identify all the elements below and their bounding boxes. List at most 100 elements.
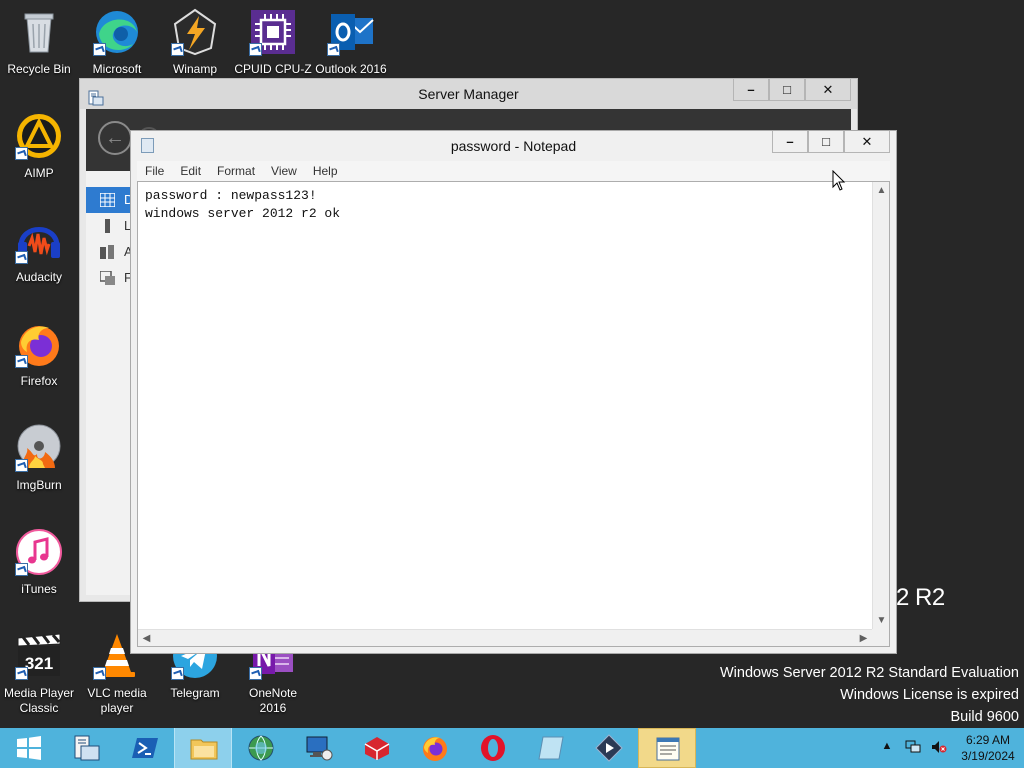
edge-icon — [93, 8, 141, 56]
svg-text:321: 321 — [25, 654, 53, 673]
maximize-button[interactable]: □ — [769, 79, 805, 101]
desktop-icon-winamp[interactable]: Winamp — [156, 8, 234, 77]
desktop-icon-label: VLC media player — [87, 686, 147, 715]
taskbar-clock[interactable]: 6:29 AM 3/19/2024 — [952, 732, 1024, 764]
server-manager-titlebar[interactable]: Server Manager – □ ✕ — [80, 79, 857, 109]
desktop-icon-label: Firefox — [20, 374, 58, 388]
nav-item-all-servers[interactable]: A — [86, 239, 133, 265]
opera-icon — [481, 735, 505, 761]
notepad-titlebar[interactable]: password - Notepad – □ ✕ — [131, 131, 896, 161]
taskbar-notepad[interactable] — [638, 728, 696, 768]
server-manager-icon — [74, 735, 100, 761]
shortcut-arrow-icon — [171, 43, 184, 56]
nav-item-file-services[interactable]: F — [86, 265, 132, 291]
menu-file[interactable]: File — [137, 161, 172, 181]
shortcut-arrow-icon — [15, 147, 28, 160]
notepad-window[interactable]: password - Notepad – □ ✕ File Edit Forma… — [130, 130, 897, 654]
taskbar-powershell[interactable] — [116, 728, 174, 768]
desktop-icon-microsoft-edge[interactable]: Microsoft Edge — [78, 8, 156, 78]
file-services-icon — [100, 271, 115, 285]
minimize-button[interactable]: – — [772, 131, 808, 153]
shortcut-arrow-icon — [93, 667, 106, 680]
menu-view[interactable]: View — [263, 161, 305, 181]
maximize-button[interactable]: □ — [808, 131, 844, 153]
taskbar-file-explorer[interactable] — [174, 728, 232, 768]
desktop-icon-label: CPUID CPU-Z — [234, 62, 312, 76]
shortcut-arrow-icon — [15, 459, 28, 472]
scroll-up-arrow-icon[interactable]: ▲ — [873, 182, 890, 199]
shortcut-arrow-icon — [249, 43, 262, 56]
desktop-icon-firefox[interactable]: Firefox — [0, 320, 78, 389]
taskbar-media-player[interactable] — [580, 728, 638, 768]
desktop-icon-media-player-classic[interactable]: 321 Media Player Classic — [0, 632, 78, 716]
taskbar-red-app[interactable] — [348, 728, 406, 768]
firefox-icon — [15, 320, 63, 368]
desktop-icon-itunes[interactable]: iTunes — [0, 528, 78, 597]
desktop-icon-label: OneNote 2016 — [248, 686, 298, 715]
notepad-app-icon — [538, 736, 564, 760]
notepad-icon — [656, 737, 680, 761]
desktop-icon-recycle-bin[interactable]: Recycle Bin — [0, 8, 78, 77]
taskbar-firefox[interactable] — [406, 728, 464, 768]
desktop-icon-label: Microsoft Edge — [92, 62, 142, 78]
shortcut-arrow-icon — [327, 43, 340, 56]
notepad-app-icon — [141, 138, 154, 153]
volume-muted-icon[interactable] — [930, 740, 948, 756]
desktop-icon-label: Audacity — [15, 270, 63, 284]
scroll-down-arrow-icon[interactable]: ▼ — [873, 612, 890, 629]
taskbar-opera[interactable] — [464, 728, 522, 768]
system-tray: ▲ 6:29 AM 3/19/2024 — [874, 728, 1024, 768]
notepad-text-area[interactable]: password : newpass123! windows server 20… — [137, 181, 890, 647]
desktop-icon-imgburn[interactable]: ImgBurn — [0, 424, 78, 493]
shortcut-arrow-icon — [15, 251, 28, 264]
notepad-window-controls: – □ ✕ — [772, 131, 890, 153]
back-arrow-icon[interactable]: ← — [98, 121, 132, 155]
desktop-icon-audacity[interactable]: Audacity — [0, 216, 78, 285]
taskbar-network-globe[interactable] — [232, 728, 290, 768]
file-explorer-icon — [190, 739, 218, 760]
menu-edit[interactable]: Edit — [172, 161, 209, 181]
cpuz-icon — [249, 8, 297, 56]
menu-format[interactable]: Format — [209, 161, 263, 181]
scroll-left-arrow-icon[interactable]: ◀ — [138, 630, 155, 647]
desktop-icon-outlook[interactable]: Outlook 2016 — [312, 8, 390, 77]
scroll-right-arrow-icon[interactable]: ▶ — [855, 630, 872, 647]
start-button[interactable] — [0, 728, 58, 768]
aimp-icon — [15, 112, 63, 160]
windows-logo-icon — [17, 736, 41, 760]
taskbar-notepad-blank[interactable] — [522, 728, 580, 768]
watermark-build: Build 9600 — [950, 709, 1019, 725]
watermark-license: Windows License is expired — [840, 687, 1019, 703]
notepad-menubar: File Edit Format View Help — [137, 161, 890, 181]
globe-icon — [248, 735, 274, 761]
powershell-icon — [132, 738, 158, 758]
taskbar-remote-desktop[interactable] — [290, 728, 348, 768]
vertical-scrollbar[interactable]: ▲ ▼ — [872, 182, 889, 629]
desktop-icon-label: Winamp — [172, 62, 217, 76]
desktop-icon-label: ImgBurn — [16, 478, 62, 492]
nav-item-dashboard[interactable]: D — [86, 187, 133, 213]
close-button[interactable]: ✕ — [805, 79, 851, 101]
close-button[interactable]: ✕ — [844, 131, 890, 153]
desktop-icon-label: iTunes — [21, 582, 57, 596]
minimize-button[interactable]: – — [733, 79, 769, 101]
red-app-icon — [364, 737, 390, 760]
nav-item-local-server[interactable]: L — [86, 213, 132, 239]
taskbar-server-manager[interactable] — [58, 728, 116, 768]
local-server-icon — [105, 219, 110, 233]
itunes-icon — [15, 528, 63, 576]
firefox-icon — [423, 737, 447, 761]
desktop-icon-label: Recycle Bin — [7, 62, 71, 76]
horizontal-scrollbar[interactable]: ◀ ▶ — [138, 629, 872, 646]
notepad-title: password - Notepad — [450, 138, 577, 154]
show-hidden-icons-chevron-icon[interactable]: ▲ — [878, 740, 896, 756]
notepad-content[interactable]: password : newpass123! windows server 20… — [145, 187, 340, 223]
desktop-icon-aimp[interactable]: AIMP — [0, 112, 78, 181]
shortcut-arrow-icon — [15, 355, 28, 368]
imgburn-icon — [15, 424, 63, 472]
desktop-icon-label: Media Player Classic — [3, 686, 75, 715]
menu-help[interactable]: Help — [305, 161, 346, 181]
network-icon[interactable] — [904, 740, 922, 756]
desktop-icon-cpuz[interactable]: CPUID CPU-Z — [234, 8, 312, 77]
remote-desktop-icon — [306, 736, 333, 761]
